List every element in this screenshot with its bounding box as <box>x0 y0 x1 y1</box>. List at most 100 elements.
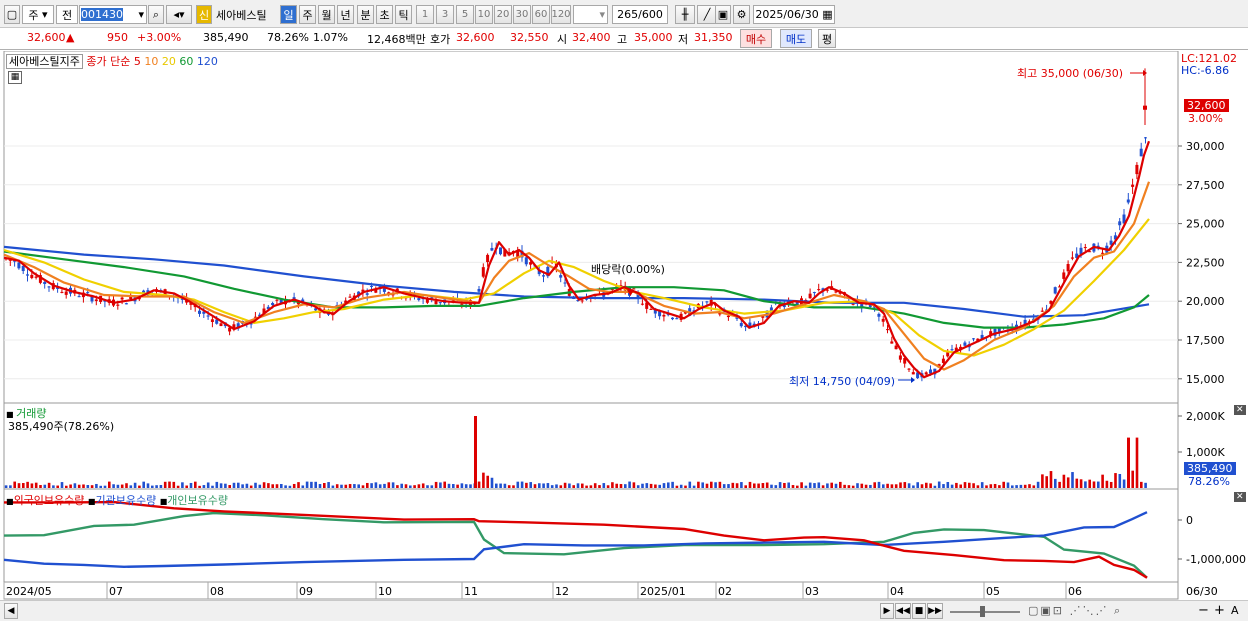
buy-button[interactable]: 매수 <box>740 29 772 48</box>
scroll-left-icon[interactable]: ◀ <box>4 603 18 619</box>
volume-bar <box>645 483 649 488</box>
rewind-icon[interactable]: ◀◀ <box>895 603 911 619</box>
volume-bar <box>1135 437 1139 488</box>
zoom-slider[interactable] <box>950 611 1020 613</box>
period-tab-tick[interactable]: 틱 <box>395 5 412 24</box>
credit-badge: 신 <box>196 5 212 24</box>
volume-bar <box>194 481 197 488</box>
speaker-icon[interactable]: ◂▾ <box>166 5 192 24</box>
volume-bar <box>490 477 494 488</box>
layout-icons[interactable]: ▢▣⊡ ⋰⋱⋰ ⌕ <box>1028 604 1122 618</box>
stop-icon[interactable]: ■ <box>912 603 926 619</box>
calendar-icon[interactable]: ▦ <box>822 8 832 21</box>
volume-bar <box>185 485 188 488</box>
table-icon[interactable]: ▦ <box>8 71 22 84</box>
volume-bar <box>404 484 408 488</box>
volume-bar <box>400 483 403 488</box>
volume-bar <box>976 485 980 488</box>
volume-bar <box>546 483 550 488</box>
volume-bar <box>249 485 253 488</box>
draw-tool-icon[interactable]: ╱ <box>697 5 717 24</box>
candle-body <box>64 291 68 295</box>
volume-bar <box>916 482 919 488</box>
save-icon[interactable]: ▣ <box>715 5 731 24</box>
volume-bar <box>533 484 537 488</box>
volume-bar <box>357 484 360 488</box>
holdings-legend: ■외국인보유수량 ■기관보유수량 ■개인보유수량 <box>6 494 228 507</box>
zoom-out-icon[interactable]: − <box>1198 603 1209 618</box>
period-tab-day[interactable]: 일 <box>280 5 297 24</box>
volume-bar <box>120 484 124 488</box>
price-tick-label: 30,000 <box>1186 140 1225 153</box>
eval-button[interactable]: 평 <box>818 29 836 48</box>
price-tick-label: 25,000 <box>1186 218 1225 231</box>
stock-code-input[interactable]: 001430 ▾ <box>79 5 147 24</box>
volume-bar <box>361 485 365 488</box>
volume-bar <box>804 485 808 488</box>
chart-area[interactable]: 30,000 27,500 25,000 22,500 20,000 17,500 15,0… <box>0 51 1248 600</box>
volume-bar <box>181 482 184 488</box>
volume-bar <box>920 484 924 488</box>
volume-bar <box>998 485 1001 488</box>
panel-close-icon[interactable]: ✕ <box>1234 405 1246 415</box>
period-tab-month[interactable]: 월 <box>318 5 335 24</box>
zoom-slider-handle[interactable] <box>980 606 985 617</box>
period-tab-year[interactable]: 년 <box>337 5 354 24</box>
chevron-down-icon[interactable]: ▾ <box>573 5 608 24</box>
gear-icon[interactable]: ⚙ <box>733 5 750 24</box>
interval-120[interactable]: 120 <box>551 5 571 24</box>
candle-icon[interactable]: ╫ <box>675 5 695 24</box>
volume-bar <box>1114 473 1117 488</box>
candle-body <box>1070 257 1074 259</box>
interval-1[interactable]: 1 <box>416 5 434 24</box>
volume-bar <box>718 481 722 488</box>
count-field[interactable]: 265/600 <box>612 5 668 24</box>
volume-bar <box>335 484 339 488</box>
volume-bar <box>701 482 704 488</box>
low-annotation: 최저 14,750 (04/09) <box>789 375 896 388</box>
period-select[interactable]: 전 <box>56 5 78 24</box>
stock-name: 세아베스틸 <box>213 5 277 24</box>
interval-30[interactable]: 30 <box>513 5 531 24</box>
volume-bar <box>133 482 137 488</box>
candle-body <box>929 369 932 374</box>
chart-toolbar: ▢ 주 ▾ 전 001430 ▾ ⌕ ◂▾ 신 세아베스틸 일 주 월 년 분 초… <box>0 0 1248 28</box>
low-label: 저 <box>678 33 689 46</box>
interval-60[interactable]: 60 <box>532 5 550 24</box>
interval-20[interactable]: 20 <box>494 5 512 24</box>
candle-body <box>812 292 816 294</box>
period-tab-minute[interactable]: 분 <box>357 5 374 24</box>
volume-bar <box>464 484 468 488</box>
panel-close-icon[interactable]: ✕ <box>1234 492 1246 502</box>
volume-bar <box>228 485 231 488</box>
candle-body <box>898 355 902 360</box>
volume-bar <box>1131 470 1134 488</box>
legend-name[interactable]: 세아베스틸지주 <box>6 54 83 69</box>
window-icon[interactable]: ▢ <box>4 5 20 24</box>
volume-bar <box>366 482 369 488</box>
font-size-icon[interactable]: A <box>1231 604 1239 617</box>
period-tab-second[interactable]: 초 <box>376 5 393 24</box>
volume-bar <box>499 483 502 488</box>
volume-bar <box>26 481 29 488</box>
interval-10[interactable]: 10 <box>475 5 493 24</box>
volume-bar <box>387 482 391 488</box>
volume-bar <box>563 482 567 488</box>
volume-bar <box>439 482 442 488</box>
volume-bar <box>344 484 348 488</box>
fast-forward-icon[interactable]: ▶▶ <box>927 603 943 619</box>
trade-amount: 12,468백만 <box>367 33 426 46</box>
period-tab-week[interactable]: 주 <box>299 5 316 24</box>
chevron-down-icon[interactable]: ▾ <box>138 8 146 21</box>
date-input[interactable]: 2025/06/30 ▦ <box>753 5 835 24</box>
search-icon[interactable]: ⌕ <box>148 5 164 24</box>
candle-body <box>739 323 743 327</box>
sell-button[interactable]: 매도 <box>780 29 812 48</box>
interval-5[interactable]: 5 <box>456 5 474 24</box>
volume-bar <box>641 483 644 488</box>
zoom-in-icon[interactable]: + <box>1214 603 1225 618</box>
play-icon[interactable]: ▶ <box>880 603 894 619</box>
candle-body <box>1131 184 1135 187</box>
interval-3[interactable]: 3 <box>436 5 454 24</box>
type-select[interactable]: 주 ▾ <box>22 5 54 24</box>
